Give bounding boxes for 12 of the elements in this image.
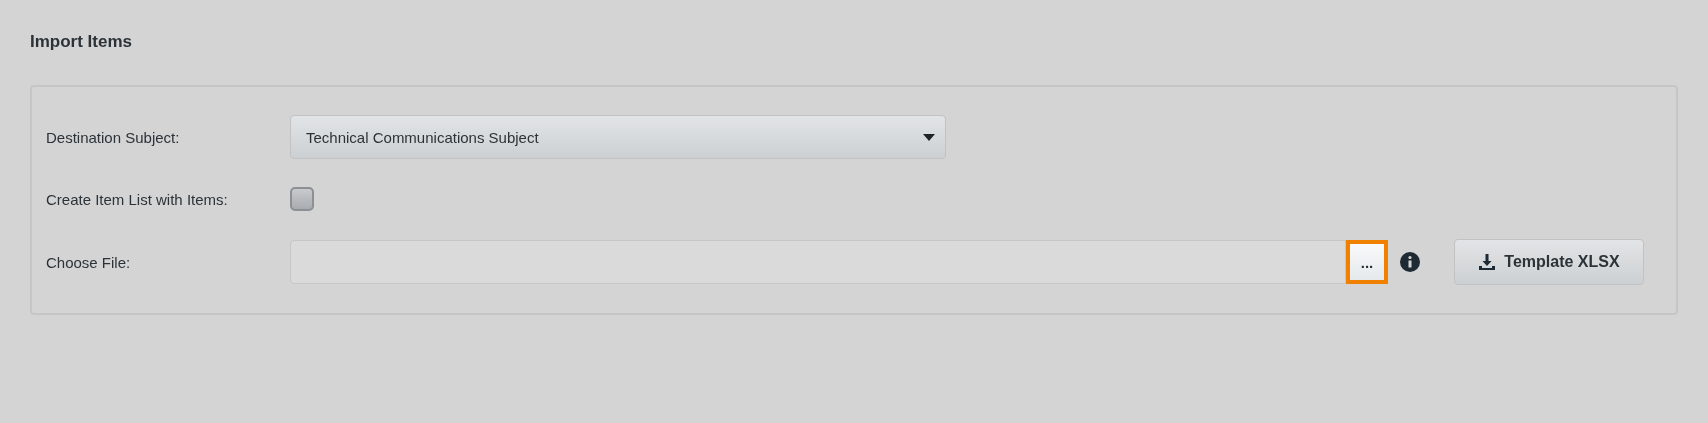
page-title: Import Items bbox=[30, 32, 133, 52]
browse-button[interactable]: ... bbox=[1346, 240, 1388, 284]
checkbox[interactable] bbox=[290, 187, 314, 211]
download-icon bbox=[1478, 253, 1497, 271]
subject-dropdown[interactable]: Technical Communications Subject bbox=[290, 115, 946, 159]
field-label: Destination Subject: bbox=[46, 128, 181, 146]
caret-icon bbox=[923, 133, 935, 141]
template-button[interactable]: Template XLSX bbox=[1454, 239, 1644, 285]
info-icon[interactable] bbox=[1400, 252, 1420, 272]
field-label: Choose File: bbox=[46, 253, 132, 271]
file-field[interactable] bbox=[290, 240, 1346, 284]
field-label: Create Item List with Items: bbox=[46, 190, 229, 208]
